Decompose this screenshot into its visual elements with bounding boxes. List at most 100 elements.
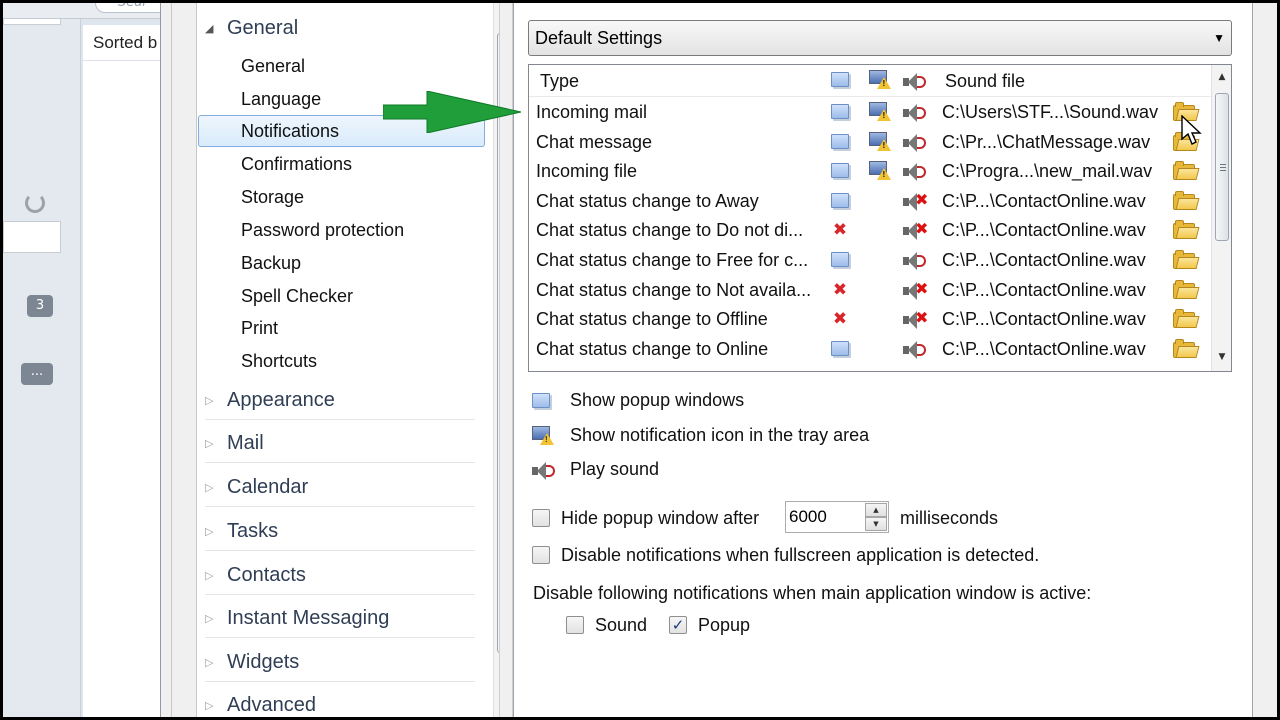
more-button[interactable]: ... (21, 363, 53, 385)
scroll-up-arrow-icon[interactable]: ▲ (1212, 67, 1231, 87)
popup-icon[interactable] (831, 163, 849, 179)
collapsed-triangle-icon[interactable]: ▷ (205, 525, 227, 538)
tray-warning-icon[interactable]: ! (869, 131, 891, 151)
nav-group-label: Contacts (227, 564, 306, 586)
collapsed-triangle-icon[interactable]: ▷ (205, 612, 227, 625)
column-header-type[interactable]: Type (540, 71, 579, 92)
sorted-by-label[interactable]: Sorted b (83, 25, 163, 61)
speaker-icon[interactable] (903, 340, 929, 359)
background-field[interactable] (3, 221, 61, 253)
row-type: Chat status change to Not availa... (536, 279, 812, 300)
grid-scrollbar[interactable]: ▲ ▼ (1211, 65, 1231, 371)
nav-group-instant-messaging[interactable]: ▷ Instant Messaging (205, 607, 389, 630)
table-row[interactable]: Chat status change to Offline ✖ ✖ C:\P...\C… (529, 305, 1211, 335)
disable-popup-label[interactable]: Popup (698, 615, 750, 636)
browse-folder-icon[interactable] (1173, 250, 1200, 270)
collapsed-triangle-icon[interactable]: ▷ (205, 437, 227, 450)
nav-item-confirmations[interactable]: Confirmations (198, 148, 485, 180)
nav-item-storage[interactable]: Storage (198, 181, 485, 213)
nav-item-spell-checker[interactable]: Spell Checker (198, 280, 485, 312)
popup-icon[interactable] (831, 252, 849, 267)
browse-folder-icon[interactable] (1173, 190, 1200, 211)
speaker-muted-icon[interactable]: ✖ (903, 219, 929, 241)
row-type: Chat status change to Away (536, 190, 759, 211)
popup-icon[interactable] (831, 72, 849, 87)
popup-disabled-icon[interactable]: ✖ (831, 221, 849, 239)
legend-tray-label: Show notification icon in the tray area (570, 425, 870, 445)
column-header-sound-file[interactable]: Sound file (945, 71, 1025, 92)
legend-sound-label: Play sound (570, 459, 660, 479)
nav-item-shortcuts[interactable]: Shortcuts (198, 345, 485, 377)
popup-icon[interactable] (831, 192, 849, 208)
expanded-triangle-icon[interactable]: ◢ (205, 22, 227, 35)
disable-fullscreen-checkbox[interactable] (532, 546, 550, 564)
tray-warning-icon[interactable]: ! (869, 161, 891, 181)
collapsed-triangle-icon[interactable]: ▷ (205, 394, 227, 407)
nav-separator (205, 550, 475, 551)
speaker-muted-icon[interactable]: ✖ (903, 308, 929, 330)
speaker-muted-icon[interactable]: ✖ (903, 190, 929, 211)
stepper-up-icon[interactable]: ▲ (865, 503, 887, 517)
table-row[interactable]: Chat status change to Online C:\P...\Cont… (529, 335, 1211, 365)
popup-icon[interactable] (831, 340, 849, 356)
browse-folder-icon[interactable] (1173, 220, 1200, 240)
nav-group-mail[interactable]: ▷ Mail (205, 432, 264, 455)
nav-item-general[interactable]: General (198, 50, 485, 82)
popup-disabled-icon[interactable]: ✖ (831, 281, 849, 299)
disable-popup-checkbox[interactable]: ✓ (669, 616, 687, 634)
browse-folder-icon[interactable] (1173, 338, 1200, 359)
nav-item-password-protection[interactable]: Password protection (198, 214, 485, 246)
grid-scroll-thumb[interactable] (1215, 93, 1229, 241)
disable-sound-checkbox[interactable] (566, 616, 584, 634)
speaker-icon[interactable] (903, 133, 929, 152)
browse-folder-icon[interactable] (1173, 279, 1200, 300)
background-search-bar: Sear (3, 3, 175, 19)
collapsed-triangle-icon[interactable]: ▷ (205, 569, 227, 582)
collapsed-triangle-icon[interactable]: ▷ (205, 656, 227, 669)
nav-item-backup[interactable]: Backup (198, 247, 485, 279)
unread-count-badge[interactable]: 3 (27, 295, 53, 317)
row-type: Chat status change to Offline (536, 309, 768, 330)
hide-popup-value[interactable]: 6000 (789, 507, 827, 527)
nav-group-widgets[interactable]: ▷ Widgets (205, 651, 299, 674)
nav-group-advanced[interactable]: ▷ Advanced (205, 694, 316, 717)
tray-warning-icon[interactable]: ! (869, 70, 891, 89)
browse-folder-icon[interactable] (1173, 161, 1200, 181)
hide-popup-stepper[interactable]: 6000 ▲ ▼ (785, 501, 889, 533)
nav-group-label: Advanced (227, 694, 316, 716)
table-row[interactable]: Chat status change to Away ✖ C:\P...\Conta… (529, 187, 1211, 217)
table-row[interactable]: Chat status change to Not availa... ✖ ✖ C:\… (529, 276, 1211, 306)
tray-warning-icon[interactable]: ! (869, 102, 891, 121)
popup-icon[interactable] (831, 133, 849, 149)
stepper-down-icon[interactable]: ▼ (865, 517, 887, 531)
nav-group-general[interactable]: ◢ General (205, 17, 298, 40)
collapsed-triangle-icon[interactable]: ▷ (205, 699, 227, 712)
table-row[interactable]: Incoming mail! C:\Users\STF...\Sound.wav (529, 98, 1211, 128)
nav-group-appearance[interactable]: ▷ Appearance (205, 389, 335, 412)
scroll-down-arrow-icon[interactable]: ▼ (1212, 347, 1231, 367)
speaker-icon[interactable] (903, 104, 929, 122)
table-row[interactable]: Incoming file! C:\Progra...\new_mail.wav (529, 157, 1211, 187)
profile-select[interactable]: Default Settings ▼ (528, 20, 1232, 56)
nav-group-tasks[interactable]: ▷ Tasks (205, 520, 278, 543)
popup-disabled-icon[interactable]: ✖ (831, 310, 849, 328)
browse-folder-icon[interactable] (1173, 309, 1200, 329)
collapsed-triangle-icon[interactable]: ▷ (205, 481, 227, 494)
disable-sound-label[interactable]: Sound (595, 615, 647, 636)
popup-icon[interactable] (831, 104, 849, 119)
speaker-icon[interactable] (903, 252, 929, 270)
disable-fullscreen-label[interactable]: Disable notifications when fullscreen ap… (561, 545, 1039, 566)
nav-group-label: General (227, 17, 299, 39)
speaker-icon[interactable] (903, 73, 929, 91)
nav-group-contacts[interactable]: ▷ Contacts (205, 564, 306, 587)
hide-popup-checkbox[interactable] (532, 509, 550, 527)
table-row[interactable]: Chat status change to Free for c... C:\P.… (529, 246, 1211, 276)
table-row[interactable]: Chat message! C:\Pr...\ChatMessage.wav (529, 128, 1211, 158)
nav-item-print[interactable]: Print (198, 312, 485, 344)
speaker-icon[interactable] (903, 163, 929, 182)
background-message-list (83, 61, 163, 717)
nav-group-calendar[interactable]: ▷ Calendar (205, 476, 308, 499)
speaker-muted-icon[interactable]: ✖ (903, 279, 929, 300)
hide-popup-label[interactable]: Hide popup window after (561, 508, 759, 529)
table-row[interactable]: Chat status change to Do not di... ✖ ✖ C:\P… (529, 216, 1211, 246)
